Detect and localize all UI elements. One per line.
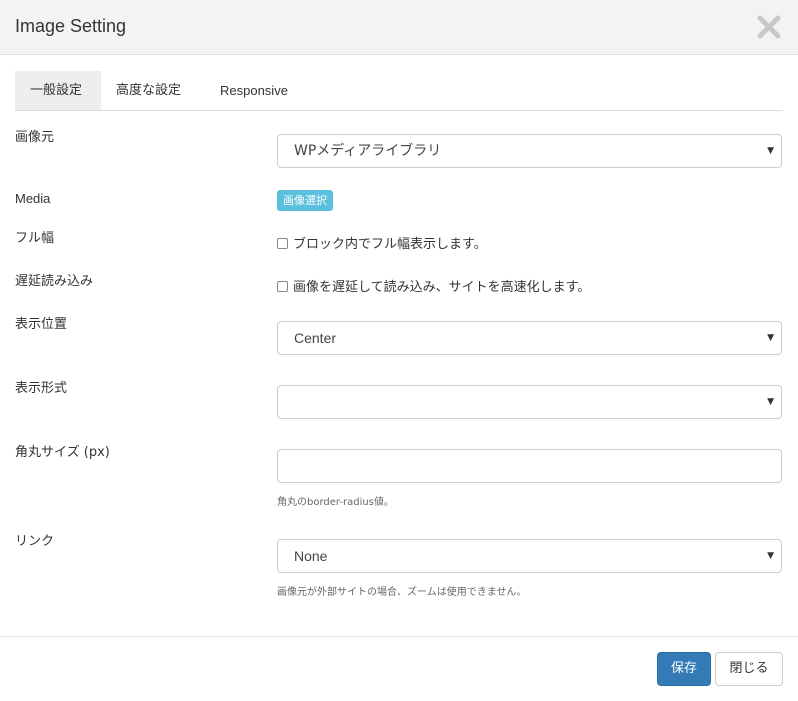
link-value: None bbox=[294, 548, 328, 564]
select-image-button[interactable]: 画像選択 bbox=[277, 190, 333, 211]
full-width-checkbox-label: ブロック内でフル幅表示します。 bbox=[293, 237, 487, 252]
display-position-value: Center bbox=[294, 330, 337, 346]
border-radius-label: 角丸サイズ (px) bbox=[15, 445, 110, 460]
full-width-label: フル幅 bbox=[15, 231, 55, 246]
media-label: Media bbox=[15, 191, 51, 206]
lazy-load-checkbox-label: 画像を遅延して読み込み、サイトを高速化します。 bbox=[293, 280, 591, 295]
dialog-header: Image Setting bbox=[0, 0, 798, 55]
lazy-load-option[interactable]: 画像を遅延して読み込み、サイトを高速化します。 bbox=[277, 276, 590, 295]
link-select[interactable]: None ▼ bbox=[277, 539, 782, 573]
tab-responsive[interactable]: Responsive bbox=[205, 71, 315, 110]
tab-advanced[interactable]: 高度な設定 bbox=[101, 71, 205, 110]
footer-divider bbox=[0, 636, 798, 637]
close-icon[interactable] bbox=[756, 14, 782, 40]
full-width-option[interactable]: ブロック内でフル幅表示します。 bbox=[277, 233, 487, 252]
dialog-title: Image Setting bbox=[15, 16, 127, 36]
link-help: 画像元が外部サイトの場合、ズームは使用できません。 bbox=[277, 587, 527, 598]
display-position-label: 表示位置 bbox=[15, 317, 68, 332]
link-label: リンク bbox=[15, 534, 55, 549]
image-setting-dialog: Image Setting 一般設定 高度な設定 Responsive 画像元 … bbox=[0, 0, 798, 701]
display-format-select[interactable]: ▼ bbox=[277, 385, 782, 419]
tab-bar: 一般設定 高度な設定 Responsive bbox=[15, 71, 783, 111]
image-source-value: WPメディアライブラリ bbox=[294, 143, 442, 159]
chevron-down-icon: ▼ bbox=[767, 397, 774, 407]
border-radius-help: 角丸のborder-radius値。 bbox=[277, 497, 394, 508]
image-source-select[interactable]: WPメディアライブラリ ▼ bbox=[277, 134, 782, 168]
lazy-load-checkbox[interactable] bbox=[277, 281, 288, 292]
image-source-label: 画像元 bbox=[15, 130, 55, 145]
save-button[interactable]: 保存 bbox=[657, 652, 711, 686]
chevron-down-icon: ▼ bbox=[767, 146, 774, 156]
close-button[interactable]: 閉じる bbox=[715, 652, 783, 686]
display-format-label: 表示形式 bbox=[15, 381, 68, 396]
chevron-down-icon: ▼ bbox=[767, 333, 774, 343]
lazy-load-label: 遅延読み込み bbox=[15, 274, 94, 289]
tab-general[interactable]: 一般設定 bbox=[15, 71, 101, 110]
display-position-select[interactable]: Center ▼ bbox=[277, 321, 782, 355]
full-width-checkbox[interactable] bbox=[277, 238, 288, 249]
chevron-down-icon: ▼ bbox=[767, 551, 774, 561]
border-radius-input[interactable] bbox=[277, 449, 782, 483]
